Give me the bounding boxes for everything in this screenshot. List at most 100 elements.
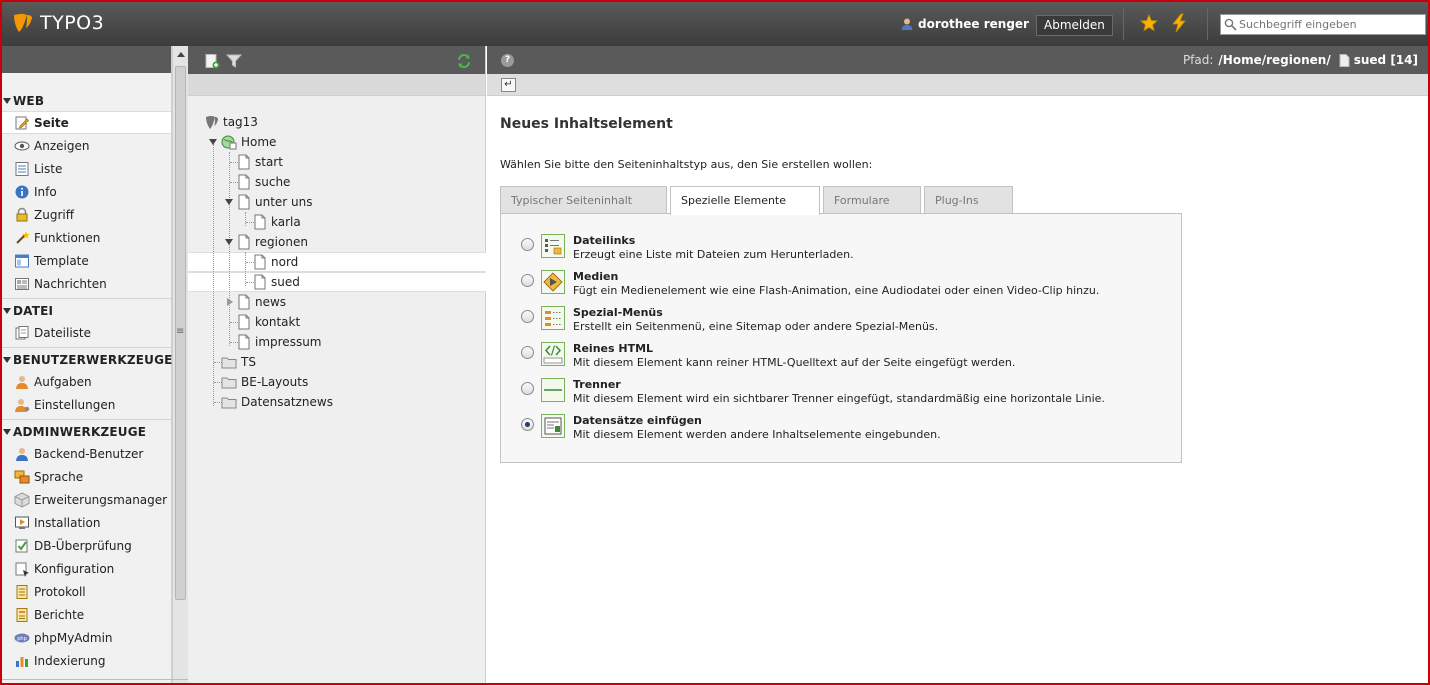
element-description: Erstellt ein Seitenmenü, eine Sitemap od… <box>573 320 939 333</box>
module-sprache[interactable]: Sprache <box>2 465 171 488</box>
filelinks-icon <box>541 234 565 258</box>
tree-root[interactable]: tag13 <box>205 112 258 132</box>
radio-dateilinks[interactable] <box>521 238 534 251</box>
search-input[interactable] <box>1239 15 1425 34</box>
content-element-reines-html[interactable]: Reines HTML Mit diesem Element kann rein… <box>521 342 1015 370</box>
module-funktionen[interactable]: Funktionen <box>2 226 171 249</box>
refresh-icon[interactable] <box>456 53 472 69</box>
filelist-icon <box>15 325 29 339</box>
module-template[interactable]: Template <box>2 249 171 272</box>
scroll-up-arrow-icon[interactable] <box>177 52 185 57</box>
log-icon <box>16 584 28 599</box>
help-icon[interactable]: ? <box>501 54 514 67</box>
module-erweiterungsmanager[interactable]: Erweiterungsmanager <box>2 488 171 511</box>
path-value: /Home/regionen/ <box>1218 53 1331 67</box>
module-protokoll[interactable]: Protokoll <box>2 580 171 603</box>
group-datei[interactable]: DATEI <box>2 301 171 321</box>
module-indexierung[interactable]: Indexierung <box>2 649 171 672</box>
new-page-icon[interactable] <box>204 53 220 69</box>
page-icon <box>254 254 266 270</box>
group-benutzerwerkzeuge[interactable]: BENUTZERWERKZEUGE <box>2 350 172 370</box>
collapse-toggle[interactable] <box>209 139 217 145</box>
tab-typischer-seiteninhalt[interactable]: Typischer Seiteninhalt <box>500 186 667 214</box>
page-icon <box>238 294 250 310</box>
module-konfiguration[interactable]: Konfiguration <box>2 557 171 580</box>
radio-trenner[interactable] <box>521 382 534 395</box>
tree-line <box>245 252 246 286</box>
config-icon <box>15 562 29 577</box>
content-type-tabs: Typischer Seiteninhalt Spezielle Element… <box>500 186 1016 215</box>
tab-spezielle-elemente[interactable]: Spezielle Elemente <box>670 186 820 215</box>
panel-resize-handle[interactable]: ≡ <box>176 326 184 337</box>
tree-node-be-layouts[interactable]: BE-Layouts <box>221 372 308 392</box>
radio-reines-html[interactable] <box>521 346 534 359</box>
clear-cache-bolt-icon[interactable] <box>1170 13 1188 33</box>
tree-node-impressum[interactable]: impressum <box>237 332 322 352</box>
tree-node-start[interactable]: start <box>237 152 283 172</box>
tree-node-regionen[interactable]: regionen <box>237 232 308 252</box>
bookmark-star-icon[interactable] <box>1140 14 1158 32</box>
module-phpmyadmin[interactable]: php phpMyAdmin <box>2 626 171 649</box>
group-adminwerkzeuge[interactable]: ADMINWERKZEUGE <box>2 422 171 442</box>
module-db-ueberpruefung[interactable]: DB-Überprüfung <box>2 534 171 557</box>
module-info[interactable]: Info <box>2 180 171 203</box>
content-element-spezial-menues[interactable]: Spezial-Menüs Erstellt ein Seitenmenü, e… <box>521 306 938 334</box>
go-back-icon[interactable]: ↵ <box>501 78 516 92</box>
page-ref: sued [14] <box>1353 53 1418 67</box>
page-icon <box>1339 53 1350 67</box>
module-aufgaben[interactable]: Aufgaben <box>2 370 171 393</box>
element-description: Mit diesem Element werden andere Inhalts… <box>573 428 941 441</box>
module-dateiliste[interactable]: Dateiliste <box>2 321 171 344</box>
tree-node-sued[interactable]: sued <box>253 272 300 292</box>
divider <box>1123 8 1124 40</box>
typo3-logo[interactable]: TYPO3 <box>12 12 104 34</box>
module-einstellungen[interactable]: Einstellungen <box>2 393 171 416</box>
tree-node-kontakt[interactable]: kontakt <box>237 312 300 332</box>
radio-datensaetze-einfuegen[interactable] <box>521 418 534 431</box>
module-nachrichten[interactable]: Nachrichten <box>2 272 171 295</box>
group-separator <box>2 419 171 420</box>
page-tree-panel: tag13 Home start suche unter uns karla r… <box>188 46 486 683</box>
globe-page-icon <box>221 135 237 150</box>
module-zugriff[interactable]: Zugriff <box>2 203 171 226</box>
module-backend-benutzer[interactable]: Backend-Benutzer <box>2 442 171 465</box>
tab-plug-ins[interactable]: Plug-Ins <box>924 186 1013 214</box>
tree-node-news[interactable]: news <box>237 292 286 312</box>
tree-node-ts[interactable]: TS <box>221 352 256 372</box>
module-anzeigen[interactable]: Anzeigen <box>2 134 171 157</box>
radio-spezial-menues[interactable] <box>521 310 534 323</box>
collapse-toggle[interactable] <box>225 199 233 205</box>
logout-button[interactable]: Abmelden <box>1036 15 1113 36</box>
folder-icon <box>221 357 237 369</box>
tree-node-unter-uns[interactable]: unter uns <box>237 192 313 212</box>
content-element-medien[interactable]: Medien Fügt ein Medienelement wie eine F… <box>521 270 1099 298</box>
tree-node-karla[interactable]: karla <box>253 212 301 232</box>
collapse-toggle[interactable] <box>225 239 233 245</box>
filter-icon[interactable] <box>226 53 242 69</box>
module-menu-scrollbar[interactable] <box>172 46 188 683</box>
element-title: Spezial-Menüs <box>573 306 663 319</box>
tab-formulare[interactable]: Formulare <box>823 186 921 214</box>
expand-toggle[interactable] <box>227 298 233 306</box>
content-element-dateilinks[interactable]: Dateilinks Erzeugt eine Liste mit Dateie… <box>521 234 854 262</box>
radio-medien[interactable] <box>521 274 534 287</box>
user-menu[interactable]: dorothee renger <box>900 17 1029 31</box>
content-element-datensaetze-einfuegen[interactable]: Datensätze einfügen Mit diesem Element w… <box>521 414 941 442</box>
module-liste[interactable]: Liste <box>2 157 171 180</box>
group-separator <box>2 298 171 299</box>
module-berichte[interactable]: Berichte <box>2 603 171 626</box>
tree-node-datensatznews[interactable]: Datensatznews <box>221 392 333 412</box>
extension-icon <box>14 491 30 508</box>
reports-icon <box>16 607 28 622</box>
group-web[interactable]: WEB <box>2 91 171 111</box>
typo3-root-icon <box>206 116 218 129</box>
tree-node-home[interactable]: Home <box>221 132 276 152</box>
tree-node-suche[interactable]: suche <box>237 172 290 192</box>
module-installation[interactable]: Installation <box>2 511 171 534</box>
info-icon <box>15 185 29 198</box>
list-icon <box>15 161 29 176</box>
search-box[interactable] <box>1220 14 1426 35</box>
content-element-trenner[interactable]: Trenner Mit diesem Element wird ein sich… <box>521 378 1105 406</box>
module-seite[interactable]: Seite <box>2 111 171 134</box>
tree-node-nord[interactable]: nord <box>253 252 298 272</box>
